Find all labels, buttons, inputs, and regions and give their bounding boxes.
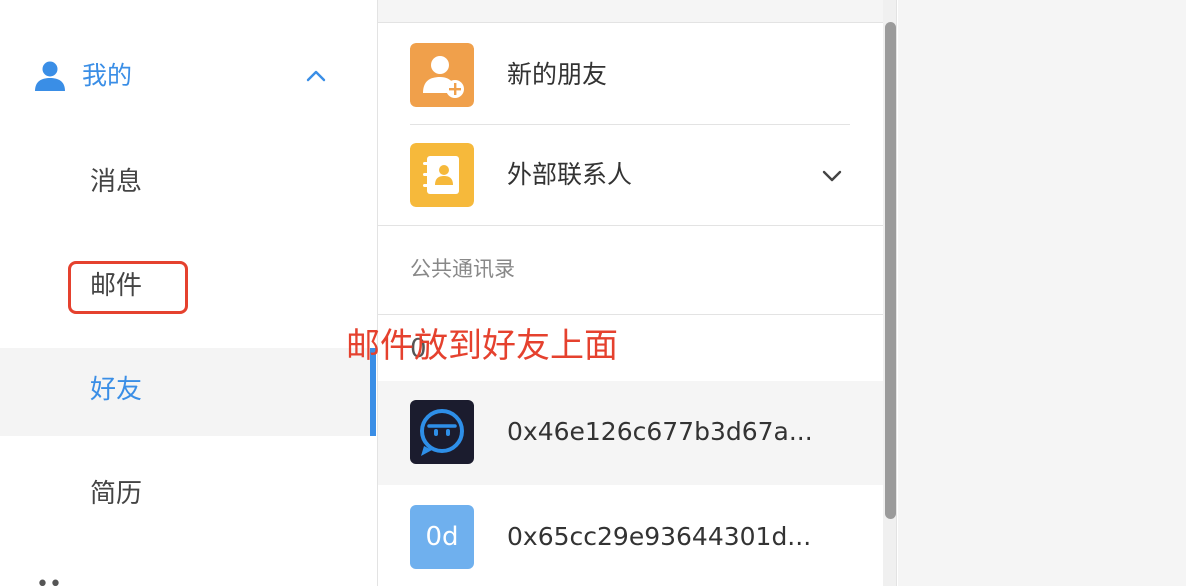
divider	[378, 314, 884, 315]
add-friend-icon	[410, 43, 474, 107]
chevron-down-icon[interactable]	[818, 162, 846, 190]
contact-avatar: 0d	[410, 505, 474, 569]
avatar-initials: 0d	[410, 505, 474, 569]
sidebar-item-resume[interactable]: 简历	[0, 452, 376, 540]
section-title: 我的	[82, 61, 133, 90]
contact-item[interactable]: 0d 0x65cc29e93644301d...	[378, 486, 884, 586]
contact-item[interactable]: 0x46e126c677b3d67a...	[378, 381, 884, 485]
address-book-icon	[410, 143, 474, 207]
user-icon	[33, 59, 67, 93]
divider	[378, 225, 884, 226]
robot-chat-avatar	[410, 400, 474, 464]
contact-list-topbar	[378, 0, 896, 23]
contact-name: 0x46e126c677b3d67a...	[507, 417, 813, 446]
sidebar-item-label: 消息	[90, 167, 143, 197]
contact-name: 外部联系人	[507, 160, 633, 189]
annotation-text: 邮件放到好友上面	[346, 326, 618, 366]
chevron-up-icon[interactable]	[302, 62, 330, 90]
app-window: 我的 消息 邮件 好友 简历 •• 新的朋友 外部联系人 公共通讯录 0 0x4…	[0, 0, 1186, 586]
annotation-highlight-box	[68, 261, 188, 314]
detail-panel	[898, 0, 1186, 586]
cutoff-icon: ••	[36, 572, 62, 586]
public-directory-label: 公共通讯录	[410, 257, 515, 281]
sidebar-item-label: 好友	[90, 375, 143, 405]
sidebar-item-friends[interactable]: 好友	[0, 348, 376, 436]
contact-name: 新的朋友	[507, 60, 608, 89]
scrollbar-thumb[interactable]	[885, 22, 896, 519]
contact-list: 新的朋友 外部联系人 公共通讯录 0 0x46e126c677b3d67a...…	[377, 0, 897, 586]
section-header-mine[interactable]: 我的	[0, 30, 376, 122]
sidebar: 我的 消息 邮件 好友 简历 ••	[0, 0, 376, 586]
external-contacts-row[interactable]: 外部联系人	[378, 124, 884, 224]
sidebar-item-mail[interactable]: 邮件	[0, 244, 376, 332]
contact-name: 0x65cc29e93644301d...	[507, 522, 812, 551]
sidebar-item-messages[interactable]: 消息	[0, 140, 376, 228]
sidebar-item-label: 简历	[90, 479, 143, 509]
new-friends-row[interactable]: 新的朋友	[378, 24, 884, 124]
